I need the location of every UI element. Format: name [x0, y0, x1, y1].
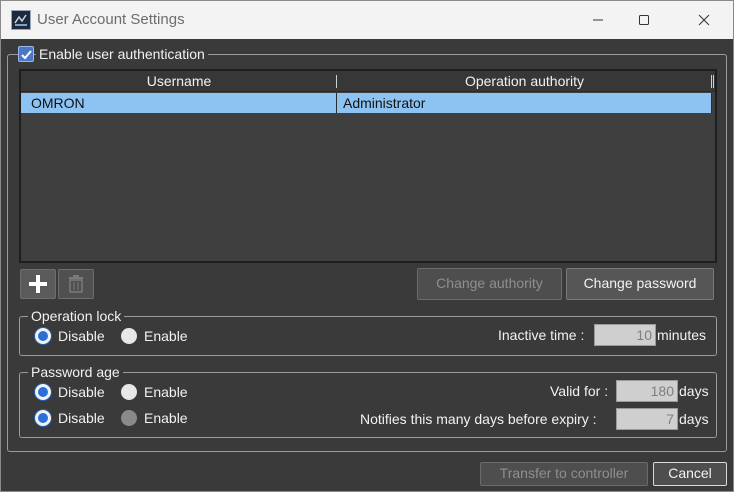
close-icon — [698, 14, 710, 26]
valid-for-label: Valid for : — [550, 383, 609, 399]
plus-icon — [29, 275, 47, 293]
user-account-settings-window: User Account Settings Enable user authen… — [0, 0, 734, 492]
table-header: Username Operation authority — [21, 71, 715, 92]
notify-days-input[interactable]: 7 — [616, 408, 678, 430]
notify-enable-radio[interactable] — [120, 409, 138, 427]
notify-disable-label[interactable]: Disable — [58, 410, 105, 426]
operation-lock-legend: Operation lock — [28, 308, 125, 324]
column-header-operation-authority[interactable]: Operation authority — [337, 73, 712, 89]
operation-lock-enable-radio[interactable] — [120, 327, 138, 345]
minimize-icon — [593, 19, 603, 21]
enable-auth-checkbox[interactable] — [18, 46, 34, 62]
password-age-enable-label[interactable]: Enable — [144, 384, 188, 400]
password-age-disable-label[interactable]: Disable — [58, 384, 105, 400]
checkmark-icon — [21, 50, 32, 60]
operation-lock-enable-label[interactable]: Enable — [144, 328, 188, 344]
valid-for-unit: days — [679, 383, 709, 399]
notify-days-unit: days — [679, 411, 709, 427]
trash-icon — [69, 275, 83, 293]
user-table[interactable]: Username Operation authority OMRON Admin… — [19, 69, 717, 263]
change-password-button[interactable]: Change password — [566, 268, 714, 300]
operation-lock-disable-radio[interactable] — [34, 327, 52, 345]
cell-authority: Administrator — [343, 95, 426, 111]
change-authority-button[interactable]: Change authority — [417, 268, 562, 300]
column-divider[interactable] — [711, 75, 712, 88]
add-user-button[interactable] — [20, 269, 56, 299]
enable-auth-label[interactable]: Enable user authentication — [36, 46, 208, 62]
password-age-group — [19, 372, 717, 438]
maximize-icon — [639, 15, 649, 25]
operation-lock-disable-label[interactable]: Disable — [58, 328, 105, 344]
password-age-legend: Password age — [28, 364, 123, 380]
maximize-button[interactable] — [621, 1, 667, 39]
notify-enable-label[interactable]: Enable — [144, 410, 188, 426]
app-icon — [11, 10, 31, 30]
inactive-time-unit: minutes — [657, 327, 707, 343]
cell-username: OMRON — [31, 95, 85, 111]
cancel-button[interactable]: Cancel — [653, 462, 727, 486]
inactive-time-input[interactable]: 10 — [594, 324, 656, 346]
transfer-to-controller-button[interactable]: Transfer to controller — [480, 462, 648, 486]
minimize-button[interactable] — [575, 1, 621, 39]
delete-user-button[interactable] — [58, 269, 94, 299]
cell-divider — [336, 93, 337, 113]
title-bar: User Account Settings — [1, 1, 733, 39]
inactive-time-label: Inactive time : — [498, 327, 585, 343]
window-title: User Account Settings — [37, 11, 185, 28]
table-row[interactable]: OMRON Administrator — [21, 93, 712, 113]
notify-days-label: Notifies this many days before expiry : — [360, 411, 597, 427]
notify-disable-radio[interactable] — [34, 409, 52, 427]
valid-for-input[interactable]: 180 — [616, 380, 678, 402]
cell-divider — [711, 93, 712, 113]
close-button[interactable] — [681, 1, 727, 39]
dialog-content: Enable user authentication Username Oper… — [1, 39, 733, 491]
password-age-enable-radio[interactable] — [120, 383, 138, 401]
password-age-disable-radio[interactable] — [34, 383, 52, 401]
column-header-username[interactable]: Username — [21, 73, 337, 89]
column-divider — [713, 75, 714, 88]
